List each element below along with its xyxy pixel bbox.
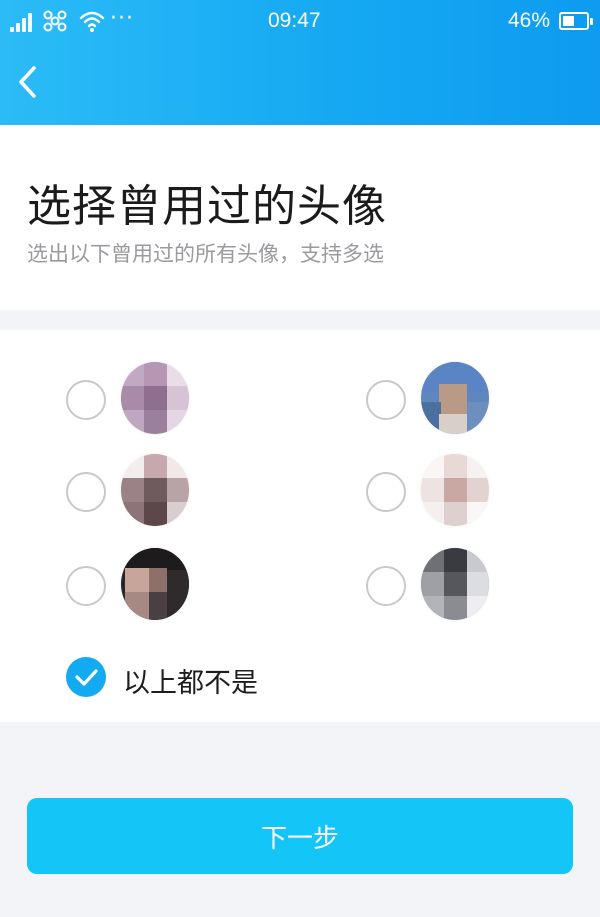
avatar-option-3[interactable] bbox=[66, 454, 206, 534]
none-of-above-label: 以上都不是 bbox=[123, 668, 258, 699]
radio-button[interactable] bbox=[366, 472, 406, 512]
app-header: ··· 09:47 46% bbox=[0, 0, 600, 125]
avatar bbox=[421, 548, 489, 620]
back-button[interactable] bbox=[10, 62, 44, 102]
radio-button[interactable] bbox=[66, 380, 106, 420]
more-icon: ··· bbox=[110, 6, 134, 31]
avatar bbox=[121, 454, 189, 526]
avatar-option-4[interactable] bbox=[366, 454, 506, 534]
signal-icon bbox=[10, 12, 36, 32]
avatar-option-6[interactable] bbox=[366, 548, 506, 628]
avatar-option-1[interactable] bbox=[66, 362, 206, 442]
page-title: 选择曾用过的头像 bbox=[27, 181, 387, 232]
next-button[interactable]: 下一步 bbox=[27, 798, 573, 874]
carrier-icon bbox=[43, 10, 67, 32]
radio-button[interactable] bbox=[366, 566, 406, 606]
wifi-icon bbox=[79, 11, 105, 32]
radio-button[interactable] bbox=[66, 472, 106, 512]
avatar-option-5[interactable] bbox=[66, 548, 206, 628]
avatar bbox=[421, 362, 489, 434]
avatar-options: 以上都不是 bbox=[0, 330, 600, 722]
radio-button[interactable] bbox=[366, 380, 406, 420]
battery-icon bbox=[559, 12, 593, 30]
intro-section: 选择曾用过的头像 选出以下曾用过的所有头像，支持多选 bbox=[0, 125, 600, 310]
avatar bbox=[121, 362, 189, 434]
checked-radio[interactable] bbox=[66, 657, 106, 697]
checkmark-icon bbox=[75, 669, 98, 686]
avatar bbox=[121, 548, 189, 620]
radio-button[interactable] bbox=[66, 566, 106, 606]
page-subtitle: 选出以下曾用过的所有头像，支持多选 bbox=[27, 242, 384, 266]
avatar-option-2[interactable] bbox=[366, 362, 506, 442]
battery-percent: 46% bbox=[508, 9, 551, 32]
status-bar: ··· 09:47 46% bbox=[0, 0, 600, 42]
none-of-above-option[interactable]: 以上都不是 bbox=[66, 653, 326, 703]
avatar bbox=[421, 454, 489, 526]
status-time: 09:47 bbox=[268, 9, 321, 32]
chevron-left-icon bbox=[19, 66, 36, 98]
